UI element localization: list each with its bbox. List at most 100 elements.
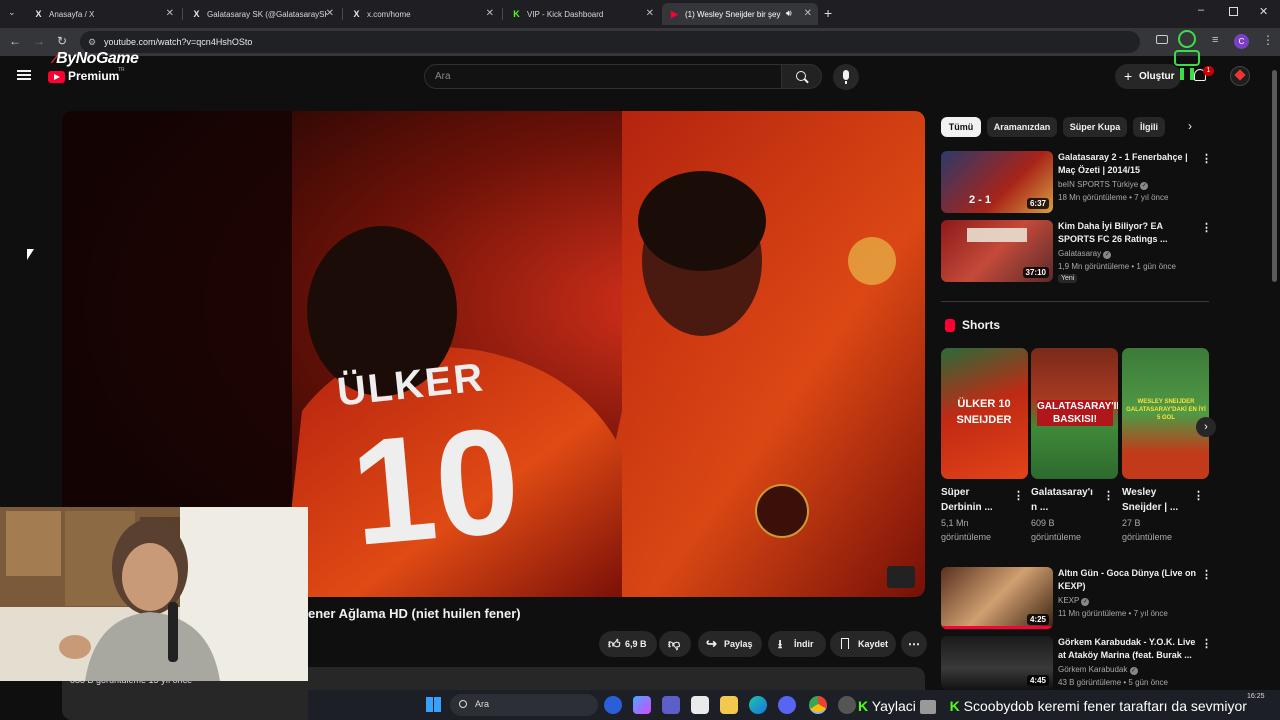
tab-label: Galatasaray SK (@GalatasaraySK (207, 9, 327, 19)
create-label: Oluştur (1139, 71, 1175, 82)
youtube-logo-icon: ▶ (671, 8, 678, 19)
related-video-thumbnail[interactable]: 4:25 (941, 567, 1053, 629)
verified-check-icon: ✓ (1103, 251, 1112, 259)
browser-tab-kick[interactable]: K VIP - Kick Dashboard ✕ (504, 3, 660, 25)
channel-name: Görkem Karabudak (1058, 665, 1128, 674)
related-video-title[interactable]: Görkem Karabudak - Y.O.K. Live at Ataköy… (1058, 636, 1198, 662)
close-icon[interactable]: ✕ (326, 8, 334, 19)
short-title[interactable]: Wesley Sneijder | ... (1122, 485, 1178, 515)
maximize-icon[interactable] (1229, 7, 1238, 16)
related-video-channel[interactable]: KEXP ✓ (1058, 595, 1090, 607)
short-thumbnail[interactable]: GALATASARAY'IN BASKISI! (1031, 348, 1118, 479)
page-scrollbar[interactable] (1272, 70, 1277, 282)
more-vertical-icon[interactable]: ⋮ (1013, 489, 1024, 502)
chevron-right-icon[interactable]: › (1188, 119, 1192, 133)
related-video-title[interactable]: Altın Gün - Goca Dünya (Live on KEXP) (1058, 567, 1198, 593)
cast-icon[interactable] (1156, 35, 1168, 44)
short-title[interactable]: Süper Derbinin ... (941, 485, 993, 515)
search-button[interactable] (781, 64, 822, 89)
browser-tab-youtube[interactable]: ▶ (1) Wesley Sneijder bir şey 🔊︎ ✕ (662, 3, 818, 25)
close-icon[interactable]: ✕ (166, 8, 174, 19)
taskbar-search-box[interactable]: Ara (450, 694, 598, 716)
related-video-channel[interactable]: Görkem Karabudak ✓ (1058, 664, 1138, 676)
related-video-channel[interactable]: Galatasaray ✓ (1058, 248, 1112, 260)
tab-divider (502, 8, 503, 20)
related-video-meta: 1,9 Mn görüntüleme • 1 gün önce (1058, 262, 1176, 271)
file-explorer-icon[interactable] (720, 696, 738, 714)
close-icon[interactable]: ✕ (486, 8, 494, 19)
edge-icon[interactable] (749, 696, 767, 714)
taskbar-clock[interactable]: 16:25 (1247, 693, 1265, 700)
verified-check-icon: ✓ (1140, 182, 1149, 190)
like-count: 6,9 B (625, 639, 647, 649)
chrome-icon[interactable] (809, 696, 827, 714)
more-vertical-icon[interactable]: ⋮ (1201, 568, 1212, 581)
short-title[interactable]: Galatasaray'ı n ... (1031, 485, 1093, 515)
forward-arrow-icon[interactable]: → (33, 34, 45, 48)
like-button[interactable]: 👍︎ 6,9 B (599, 631, 657, 657)
related-video-thumbnail[interactable]: 2 - 1 6:37 (941, 151, 1053, 213)
profile-avatar[interactable]: C (1234, 34, 1249, 49)
browser-tab-home[interactable]: X Anasayfa / X ✕ (26, 3, 180, 25)
more-vertical-icon[interactable]: ⋮ (1103, 489, 1114, 502)
more-vertical-icon[interactable]: ⋮ (1193, 489, 1204, 502)
video-title: ener Ağlama HD (niet huilen fener) (308, 606, 521, 621)
related-video-title[interactable]: Galatasaray 2 - 1 Fenerbahçe | Maç Özeti… (1058, 151, 1198, 177)
close-icon[interactable]: ✕ (804, 8, 812, 19)
close-window-icon[interactable]: ✕ (1259, 5, 1268, 18)
browser-tab-strip: ⌄ X Anasayfa / X ✕ X Galatasaray SK (@Ga… (0, 0, 1280, 28)
chrome-menu-icon[interactable]: ⋮ (1262, 33, 1274, 47)
chat-message: keremi fener taraftarı da sevmiyor (1037, 698, 1247, 714)
search-icon (459, 700, 467, 708)
ai-assistant-icon[interactable] (633, 696, 651, 714)
related-video-thumbnail[interactable]: 4:45 (941, 636, 1053, 690)
settings-icon[interactable] (838, 696, 856, 714)
related-video-title[interactable]: Kim Daha İyi Biliyor? EA SPORTS FC 26 Ra… (1058, 220, 1198, 246)
download-button[interactable]: ⭳ İndir (768, 631, 826, 657)
audio-playing-icon[interactable]: 🔊︎ (786, 8, 792, 19)
channel-name: Galatasaray (1058, 249, 1102, 258)
chip-super-cup[interactable]: Süper Kupa (1063, 117, 1127, 137)
microphone-stand (845, 81, 847, 84)
voice-search-button[interactable] (833, 64, 859, 90)
shorts-next-button[interactable]: › (1196, 417, 1216, 437)
share-button[interactable]: ↪ Paylaş (698, 631, 762, 657)
chat-emote-icon (919, 700, 936, 715)
save-button[interactable]: Kaydet (830, 631, 896, 657)
short-thumbnail[interactable]: WESLEY SNEIJDER GALATASARAY'DAKİ EN İYİ … (1122, 348, 1209, 479)
tab-search-chevron-icon[interactable]: ⌄ (8, 7, 16, 18)
back-arrow-icon[interactable]: ← (9, 34, 21, 48)
discord-icon[interactable] (778, 696, 796, 714)
thumbnail-banner (967, 228, 1027, 242)
chip-all[interactable]: Tümü (941, 117, 981, 137)
related-video-channel[interactable]: beIN SPORTS Türkiye ✓ (1058, 179, 1149, 191)
extensions-icon[interactable]: ≡ (1212, 34, 1218, 46)
chat-username: Yaylaci (871, 698, 916, 714)
verified-check-icon: ✓ (1129, 667, 1138, 675)
search-input[interactable]: Ara (424, 64, 782, 89)
teams-icon[interactable] (662, 696, 680, 714)
more-vertical-icon[interactable]: ⋮ (1201, 221, 1212, 234)
chip-related[interactable]: İlgili (1133, 117, 1165, 137)
reload-icon[interactable]: ↻ (57, 34, 67, 48)
copilot-icon[interactable] (604, 696, 622, 714)
dislike-button[interactable]: 👎︎ (659, 631, 691, 657)
new-tab-button[interactable]: + (824, 5, 832, 21)
minimize-icon[interactable]: – (1198, 4, 1204, 16)
close-icon[interactable]: ✕ (646, 8, 654, 19)
chip-from-search[interactable]: Aramanızdan (987, 117, 1057, 137)
watch-progress-bar (941, 626, 1053, 629)
download-icon: ⭳ (778, 637, 783, 651)
more-actions-button[interactable]: ⋯ (901, 631, 927, 657)
windows-start-icon[interactable] (426, 697, 441, 712)
short-thumbnail[interactable]: ÜLKER 10 SNEIJDER (941, 348, 1028, 479)
related-video-thumbnail[interactable]: 37:10 (941, 220, 1053, 282)
browser-tab-x-home[interactable]: X x.com/home ✕ (344, 3, 500, 25)
store-icon[interactable] (691, 696, 709, 714)
more-vertical-icon[interactable]: ⋮ (1201, 637, 1212, 650)
more-vertical-icon[interactable]: ⋮ (1201, 152, 1212, 165)
share-arrow-icon: ↪ (706, 636, 717, 651)
browser-tab-galatasaray[interactable]: X Galatasaray SK (@GalatasaraySK ✕ (184, 3, 340, 25)
address-bar[interactable]: ⚙ youtube.com/watch?v=qcn4HshOSto (80, 31, 1140, 53)
browser-toolbar: ← → ↻ ⚙ youtube.com/watch?v=qcn4HshOSto … (0, 28, 1280, 56)
